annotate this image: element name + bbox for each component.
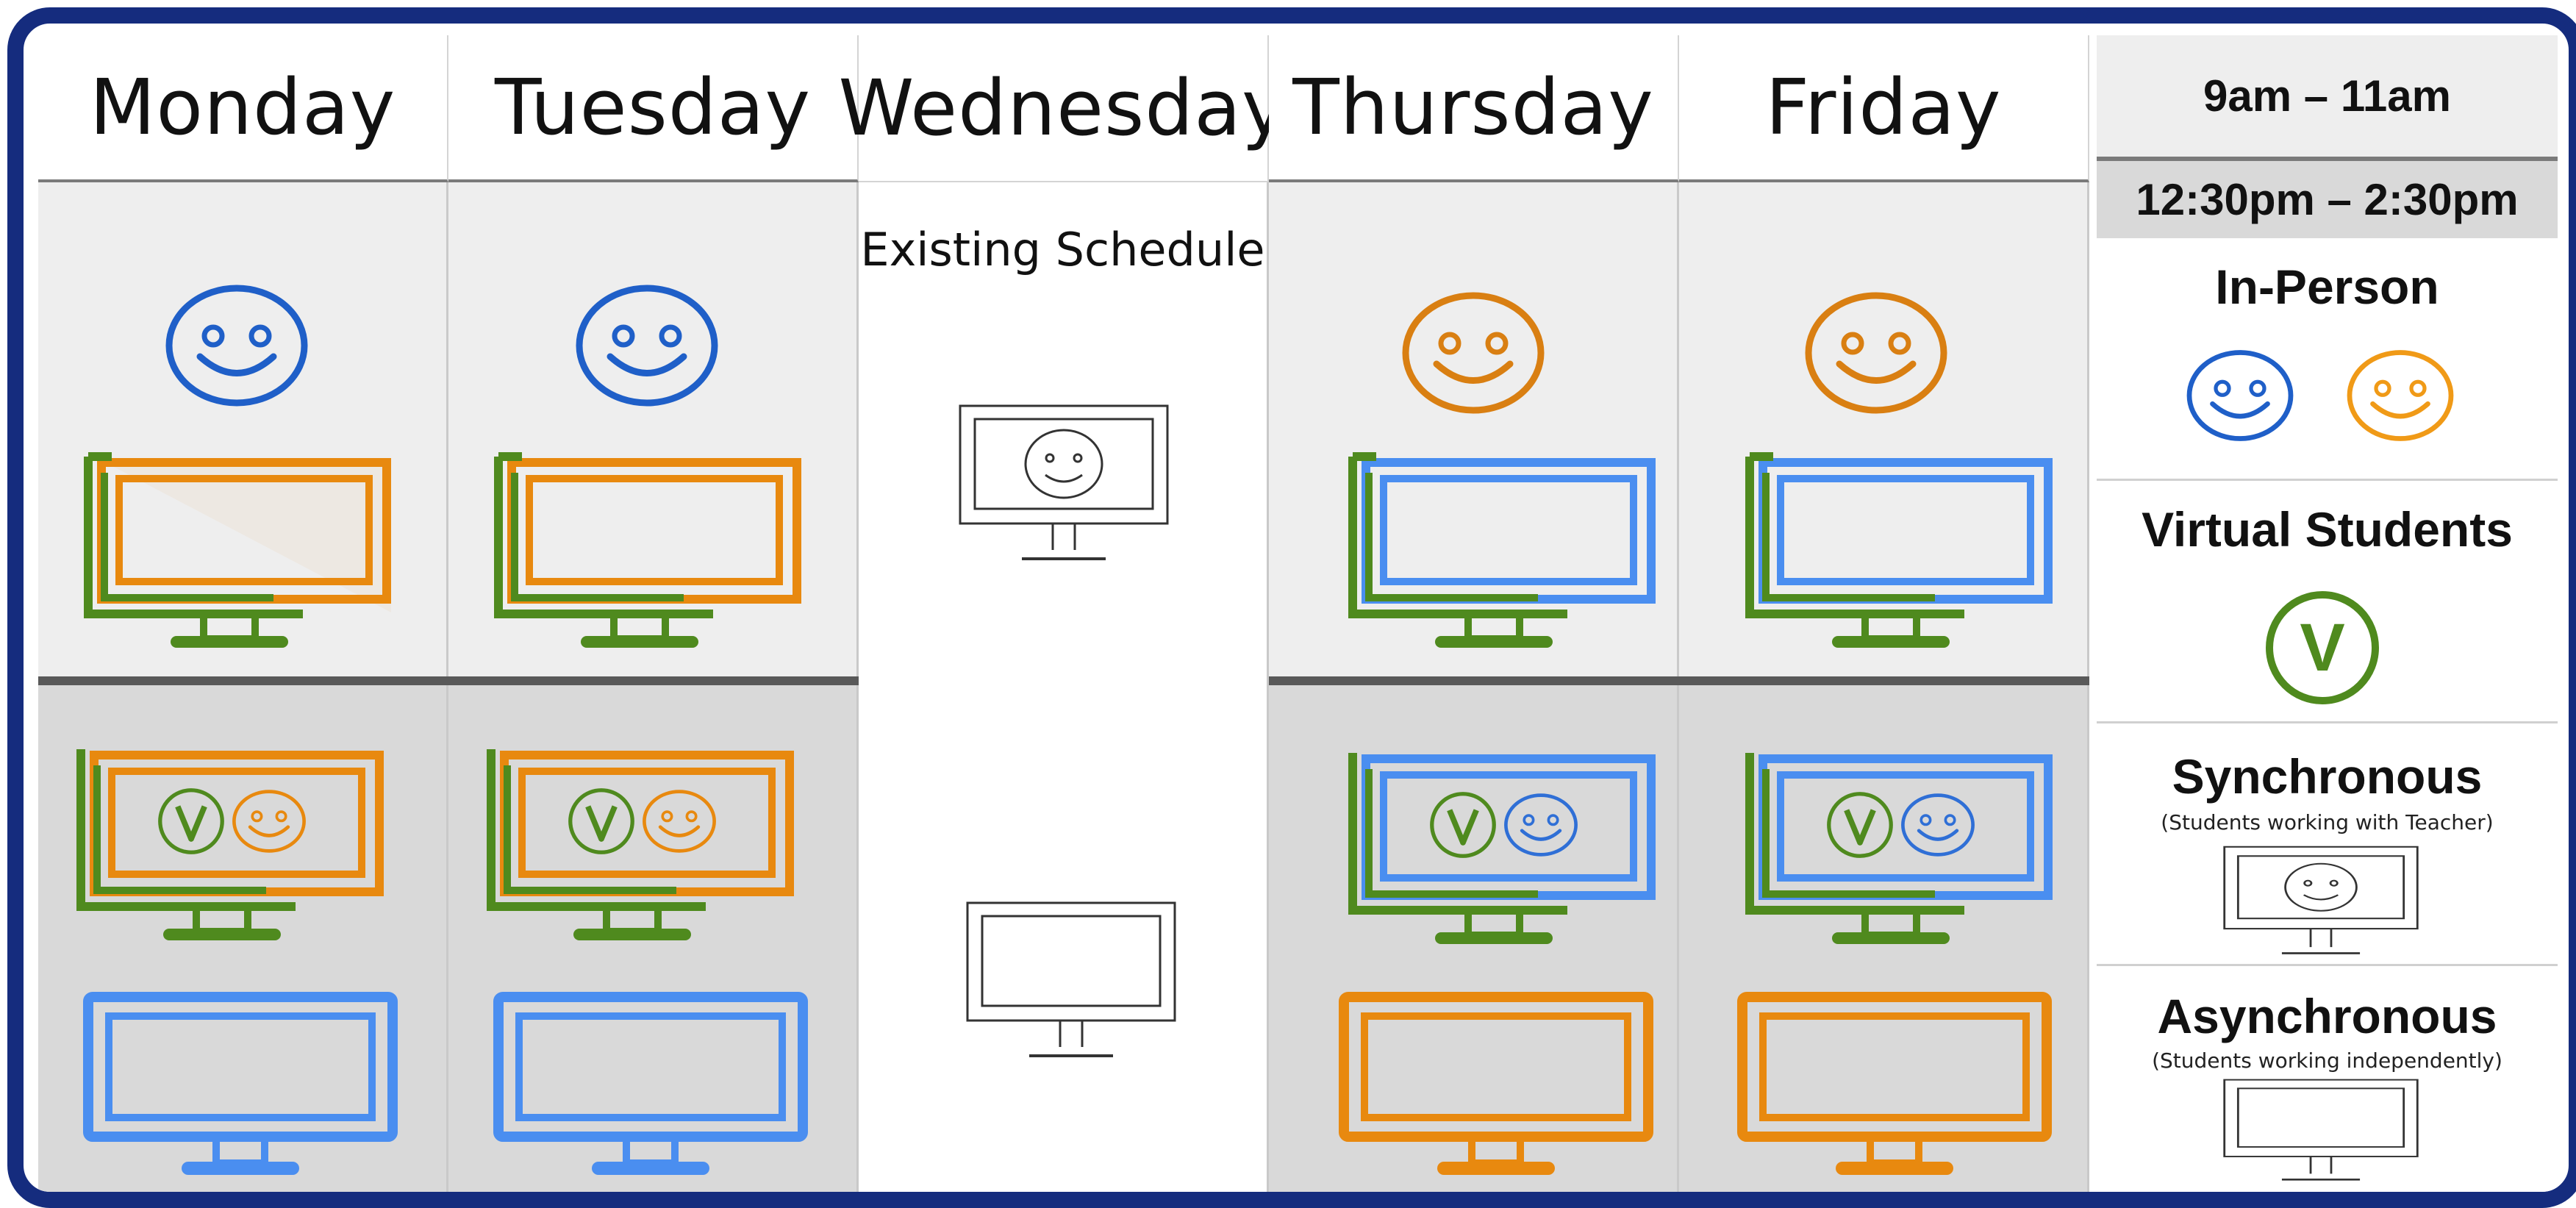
header-tuesday: Tuesday (448, 35, 859, 182)
asynchronous-orange-monitor-icon (1737, 992, 2052, 1175)
day-label-monday: Monday (89, 62, 396, 152)
legend-in-person: In-Person (2097, 238, 2558, 481)
in-person-orange-smiley-icon (1803, 290, 1950, 415)
orange-smiley-icon (2345, 349, 2455, 443)
asynchronous-monitor-icon (2223, 1079, 2419, 1181)
synchronous-virtual-orange-icon (487, 749, 794, 940)
in-person-blue-smiley-icon (163, 283, 310, 408)
schedule-grid: Monday Tuesday Wednesday Thursday Friday… (38, 35, 2558, 1192)
header-friday: Friday (1679, 35, 2089, 182)
day-label-friday: Friday (1765, 62, 2002, 152)
asynchronous-monitor-icon (966, 901, 1176, 1057)
synchronous-monitor-icon (959, 404, 1169, 560)
time-slot-morning-label: 9am – 11am (2203, 71, 2451, 121)
virtual-screen-orange-icon (84, 452, 391, 648)
legend-virtual: Virtual Students V (2097, 481, 2558, 723)
legend-virtual-title: Virtual Students (2142, 502, 2513, 557)
asynchronous-orange-monitor-icon (1339, 992, 1653, 1175)
legend-in-person-title: In-Person (2215, 260, 2439, 314)
time-slot-afternoon-label: 12:30pm – 2:30pm (2136, 175, 2519, 224)
legend-asynchronous-subtitle: (Students working independently) (2152, 1048, 2502, 1073)
time-slot-morning: 9am – 11am (2097, 35, 2558, 161)
legend-synchronous-title: Synchronous (2172, 749, 2483, 804)
virtual-badge-icon: V (2266, 591, 2379, 704)
synchronous-virtual-orange-icon (76, 749, 384, 940)
virtual-screen-orange-icon (494, 452, 801, 648)
virtual-screen-blue-icon (1745, 452, 2053, 648)
virtual-screen-blue-icon (1348, 452, 1656, 648)
legend-asynchronous: Asynchronous (Students working independe… (2097, 966, 2558, 1192)
blue-smiley-icon (2185, 349, 2295, 443)
session-divider-right (1269, 676, 2089, 685)
asynchronous-blue-monitor-icon (83, 992, 398, 1175)
header-thursday: Thursday (1269, 35, 1679, 182)
header-wednesday: Wednesday (838, 35, 1287, 182)
day-label-wednesday: Wednesday (838, 63, 1288, 153)
in-person-blue-smiley-icon (573, 283, 720, 408)
day-label-thursday: Thursday (1292, 62, 1654, 152)
day-label-tuesday: Tuesday (494, 62, 812, 152)
time-slot-afternoon: 12:30pm – 2:30pm (2097, 161, 2558, 238)
legend-panel: 9am – 11am 12:30pm – 2:30pm In-Person Vi… (2097, 35, 2558, 1192)
header-monday: Monday (38, 35, 448, 182)
in-person-orange-smiley-icon (1400, 290, 1547, 415)
synchronous-virtual-blue-icon (1745, 753, 2053, 944)
legend-asynchronous-title: Asynchronous (2157, 989, 2497, 1043)
synchronous-monitor-icon (2223, 846, 2419, 954)
existing-schedule-label: Existing Schedule (860, 223, 1265, 276)
session-divider-left (38, 676, 859, 685)
legend-synchronous-subtitle: (Students working with Teacher) (2161, 810, 2494, 834)
schedule-frame: Monday Tuesday Wednesday Thursday Friday… (7, 7, 2576, 1208)
synchronous-virtual-blue-icon (1348, 753, 1656, 944)
legend-synchronous: Synchronous (Students working with Teach… (2097, 723, 2558, 966)
asynchronous-blue-monitor-icon (493, 992, 808, 1175)
